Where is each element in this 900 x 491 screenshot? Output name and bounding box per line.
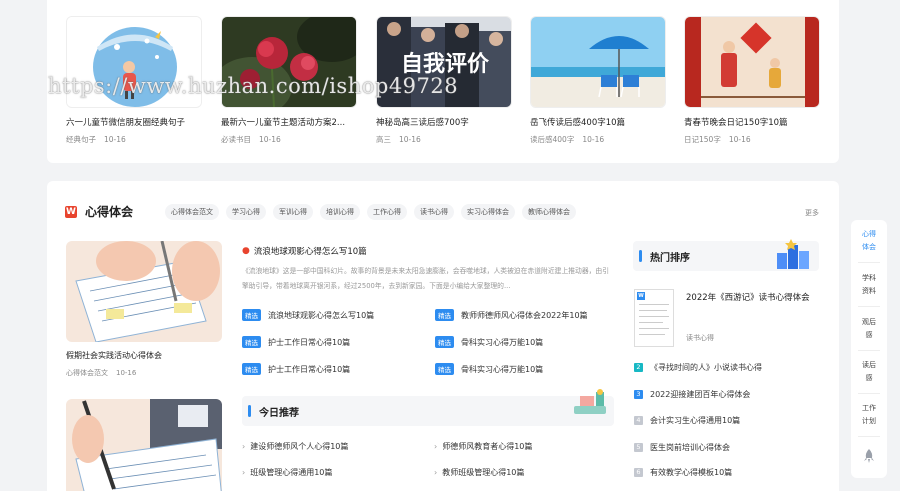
article-title[interactable]: 六一儿童节微信朋友圈经典句子	[66, 116, 202, 128]
selected-badge: 精选	[242, 336, 261, 348]
featured-title[interactable]: ● 流浪地球观影心得怎么写10篇	[242, 245, 614, 257]
tag-item[interactable]: 心得体会范文	[165, 204, 219, 220]
selected-badge: 精选	[242, 363, 261, 375]
recommend-item[interactable]: › 教师班级管理心得10篇	[434, 467, 524, 478]
arrow-right-icon: ›	[242, 468, 246, 477]
selected-badge: 精选	[435, 336, 454, 348]
accent-bar	[639, 250, 642, 262]
selected-item[interactable]: 精选 流浪地球观影心得怎么写10篇	[242, 309, 374, 321]
desk-illustration-icon	[574, 389, 606, 414]
tag-item[interactable]: 学习心得	[226, 204, 266, 220]
tag-item[interactable]: 实习心得体会	[461, 204, 515, 220]
rank-number: 3	[634, 390, 643, 399]
selected-item[interactable]: 精选 骨科实习心得万能10篇	[435, 336, 543, 348]
rank-item[interactable]: 6 有效教学心得模板10篇	[634, 467, 732, 478]
doc-logo-icon: W	[637, 292, 645, 300]
article-title[interactable]: 假期社会实践活动心得体会	[66, 350, 222, 361]
side-nav-item[interactable]: 学科 资料	[851, 272, 887, 298]
section-header: W 心得体会	[65, 203, 133, 220]
rank-number: 4	[634, 416, 643, 425]
recommend-item[interactable]: › 师德师风教育者心得10篇	[434, 441, 532, 452]
rank-item[interactable]: 4 会计实习生心得通用10篇	[634, 415, 740, 426]
featured-description: 《流浪地球》这是一部中国科幻片。故事的背景是未来太阳急速膨胀，会吞噬地球，人类被…	[242, 267, 610, 290]
side-navigation: 心得 体会 学科 资料 观后感 读后感 工作 计划	[851, 220, 887, 478]
tag-item[interactable]: 军训心得	[273, 204, 313, 220]
tag-item[interactable]: 教师心得体会	[522, 204, 576, 220]
side-nav-item[interactable]: 心得 体会	[851, 228, 887, 254]
rank-number: 6	[634, 468, 643, 477]
arrow-right-icon: ›	[242, 442, 246, 451]
section-title[interactable]: 心得体会	[85, 203, 133, 220]
article-meta: 心得体会范文 10-16	[66, 369, 137, 377]
arrow-right-icon: ›	[434, 442, 438, 451]
selected-badge: 精选	[435, 363, 454, 375]
article-meta: 日记150字 10-16	[684, 135, 751, 144]
article-card[interactable]: 岳飞传读后感400字10篇 读后感400字 10-16	[530, 16, 666, 145]
article-title[interactable]: 岳飞传读后感400字10篇	[530, 116, 666, 128]
selected-item[interactable]: 精选 教师师德师风心得体会2022年10篇	[435, 309, 588, 321]
selected-item[interactable]: 精选 护士工作日常心得10篇	[242, 363, 350, 375]
more-link[interactable]: 更多	[805, 208, 819, 218]
featured-article[interactable]: ● 流浪地球观影心得怎么写10篇 《流浪地球》这是一部中国科幻片。故事的背景是未…	[242, 245, 614, 294]
w-logo-icon: W	[65, 205, 77, 218]
hot-top-title[interactable]: 2022年《西游记》读书心得体会	[686, 291, 820, 306]
article-meta: 高三 10-16	[376, 135, 421, 144]
side-nav-item[interactable]: 工作 计划	[851, 402, 887, 428]
rank-item[interactable]: 3 2022迎接建团百年心得体会	[634, 389, 750, 400]
rank-number: 5	[634, 443, 643, 452]
selected-badge: 精选	[242, 309, 261, 321]
watermark-text: https://www.huzhan.com/ishop49728	[48, 74, 459, 98]
tag-item[interactable]: 读书心得	[414, 204, 454, 220]
hot-ranking-header: 热门排序	[633, 239, 819, 271]
rocket-icon[interactable]	[863, 449, 875, 463]
article-meta: 读后感400字 10-16	[530, 135, 605, 144]
hot-top-category: 读书心得	[686, 334, 714, 342]
article-meta: 经典句子 10-16	[66, 135, 126, 144]
side-nav-item[interactable]: 读后感	[851, 359, 887, 385]
rank-item[interactable]: 2 《寻找时间的人》小说读书心得	[634, 362, 762, 373]
hot-title: 热门排序	[650, 253, 690, 264]
arrow-right-icon: ›	[434, 468, 438, 477]
article-thumbnail-hand-writing[interactable]	[66, 241, 222, 342]
rank-number: 2	[634, 363, 643, 372]
article-thumbnail-beach[interactable]	[530, 16, 666, 108]
bar-chart-icon	[777, 239, 809, 269]
article-title[interactable]: 青春节晚会日记150字10篇	[684, 116, 820, 128]
article-meta: 必读书目 10-16	[221, 135, 281, 144]
article-card[interactable]: 假期社会实践活动心得体会 心得体会范文 10-16	[66, 241, 222, 378]
article-thumbnail-pen-writing[interactable]	[66, 399, 222, 491]
article-title[interactable]: 最新六一儿童节主题活动方案2...	[221, 116, 357, 128]
selected-item[interactable]: 精选 护士工作日常心得10篇	[242, 336, 350, 348]
article-card[interactable]	[66, 399, 222, 491]
recommend-item[interactable]: › 建设师德师风个人心得10篇	[242, 441, 348, 452]
accent-bar	[248, 405, 251, 417]
tag-item[interactable]: 培训心得	[320, 204, 360, 220]
tag-item[interactable]: 工作心得	[367, 204, 407, 220]
fire-icon: ●	[242, 246, 250, 256]
today-recommend-header: 今日推荐	[242, 389, 614, 426]
article-title[interactable]: 神秘岛高三读后感700字	[376, 116, 512, 128]
recommend-item[interactable]: › 班级管理心得通用10篇	[242, 467, 332, 478]
rank-item[interactable]: 5 医生岗前培训心得体会	[634, 442, 730, 453]
side-nav-item[interactable]: 观后感	[851, 316, 887, 342]
article-thumbnail-spring-festival[interactable]	[684, 16, 820, 108]
tag-list: 心得体会范文 学习心得 军训心得 培训心得 工作心得 读书心得 实习心得体会 教…	[165, 204, 583, 220]
article-card[interactable]: 青春节晚会日记150字10篇 日记150字 10-16	[684, 16, 820, 145]
selected-item[interactable]: 精选 骨科实习心得万能10篇	[435, 363, 543, 375]
selected-badge: 精选	[435, 309, 454, 321]
today-title: 今日推荐	[259, 408, 299, 419]
document-thumbnail[interactable]: W	[634, 289, 674, 347]
